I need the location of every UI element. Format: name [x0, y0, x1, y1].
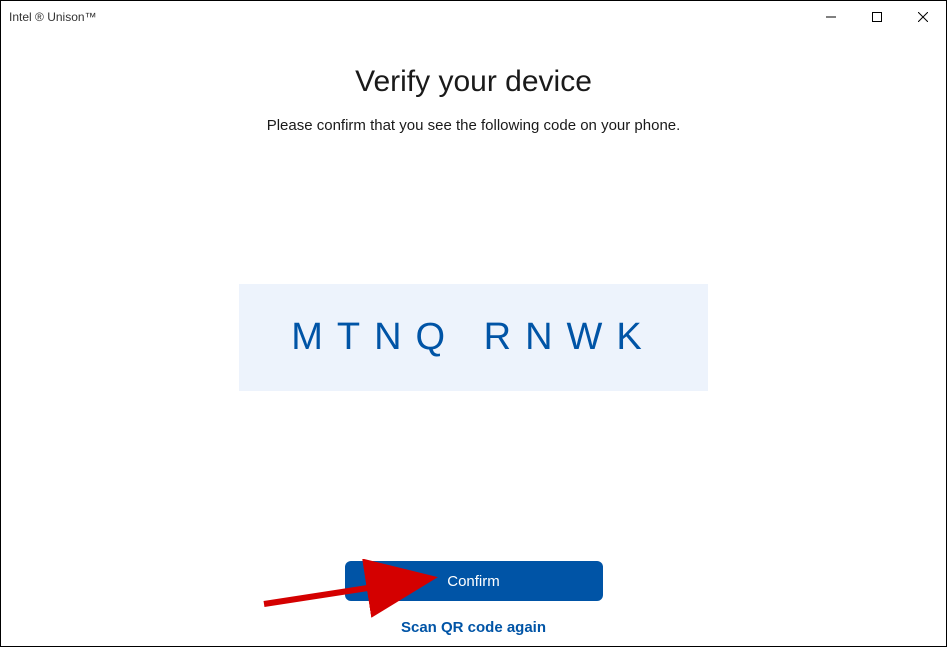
page-title: Verify your device [355, 65, 592, 99]
scan-qr-link[interactable]: Scan QR code again [401, 619, 546, 636]
minimize-icon [826, 12, 836, 22]
verification-code: MTNQ RNWK [291, 316, 656, 359]
titlebar: Intel ® Unison™ [1, 1, 946, 33]
maximize-icon [872, 12, 882, 22]
content-area: Verify your device Please confirm that y… [1, 33, 946, 646]
close-button[interactable] [900, 1, 946, 33]
maximize-button[interactable] [854, 1, 900, 33]
minimize-button[interactable] [808, 1, 854, 33]
close-icon [918, 12, 928, 22]
window-title: Intel ® Unison™ [9, 10, 97, 24]
window-controls [808, 1, 946, 33]
page-subtitle: Please confirm that you see the followin… [267, 117, 681, 134]
confirm-button[interactable]: Confirm [345, 561, 603, 601]
verification-code-box: MTNQ RNWK [239, 284, 708, 391]
